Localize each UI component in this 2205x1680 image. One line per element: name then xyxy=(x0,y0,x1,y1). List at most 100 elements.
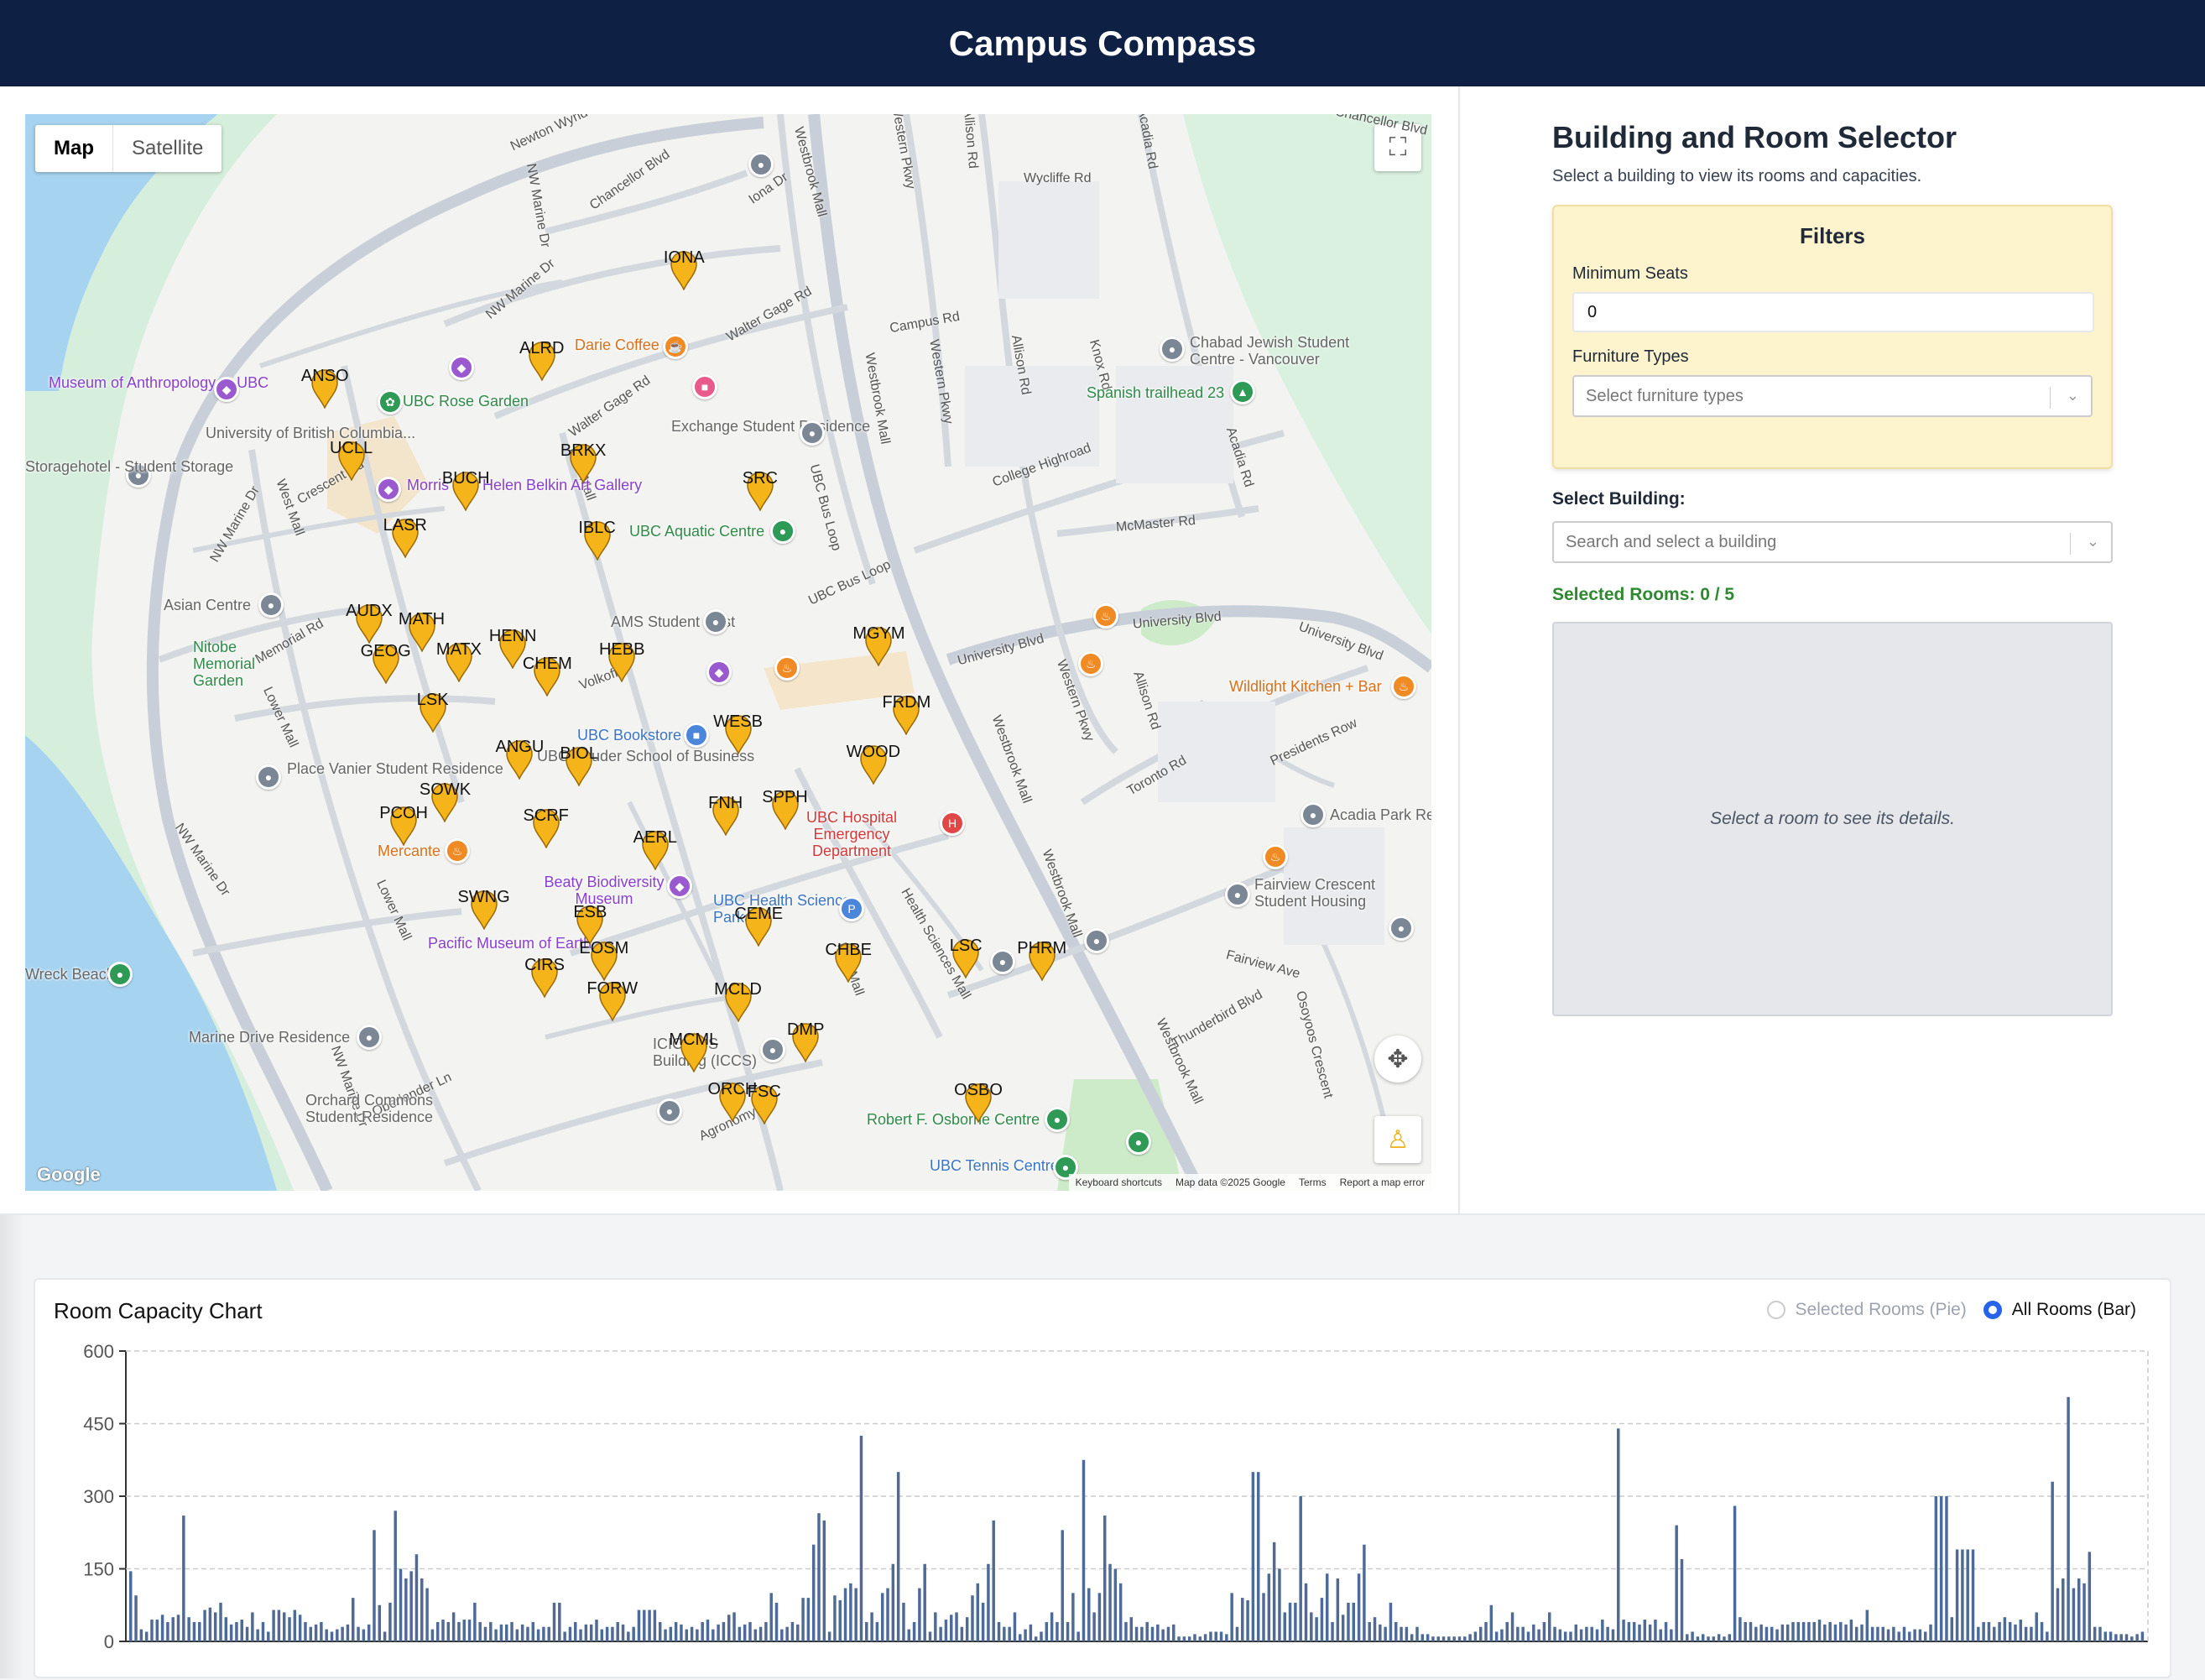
building-select[interactable]: Search and select a building ⌄ xyxy=(1552,521,2113,563)
cafe-icon[interactable]: ☕ xyxy=(663,334,688,359)
park-icon[interactable]: ✿ xyxy=(378,389,403,415)
building-marker-iblc[interactable]: IBLC xyxy=(578,519,616,561)
building-marker-fnh[interactable]: FNH xyxy=(708,794,743,836)
min-seats-input[interactable]: 0 xyxy=(1572,292,2094,332)
building-marker-forw[interactable]: FORW xyxy=(586,979,638,1021)
pin-icon[interactable]: ● xyxy=(256,764,281,790)
pin-icon[interactable]: ● xyxy=(1389,916,1414,941)
store-icon[interactable]: ■ xyxy=(684,723,709,748)
pin-icon[interactable]: ● xyxy=(703,609,728,634)
building-marker-fsc[interactable]: FSC xyxy=(748,1083,781,1125)
building-marker-scrf[interactable]: SCRF xyxy=(523,806,569,848)
pin-icon[interactable]: ● xyxy=(1225,882,1250,907)
chevron-down-icon[interactable]: ⌄ xyxy=(2087,533,2099,550)
trailhead-icon[interactable]: ▲ xyxy=(1230,379,1255,404)
restaurant-icon[interactable]: ♨ xyxy=(1093,603,1118,629)
chart-bar xyxy=(261,1621,265,1641)
building-marker-matx[interactable]: MATX xyxy=(436,640,482,683)
parking-icon[interactable]: P xyxy=(839,896,864,921)
building-marker-phrm[interactable]: PHRM xyxy=(1017,939,1066,981)
museum-icon[interactable]: ◆ xyxy=(214,377,239,402)
hospital-icon[interactable]: H xyxy=(940,811,965,836)
pin-icon[interactable]: ● xyxy=(800,420,825,446)
campus-map[interactable]: Map Satellite ⛶ ✥ ♙ Newton Wynd Chancell… xyxy=(25,114,1431,1191)
restaurant-icon[interactable]: ♨ xyxy=(1391,674,1416,699)
building-marker-alrd[interactable]: ALRD xyxy=(519,339,564,382)
chevron-down-icon[interactable]: ⌄ xyxy=(2067,387,2079,404)
restaurant-icon[interactable]: ♨ xyxy=(774,655,800,681)
building-marker-buch[interactable]: BUCH xyxy=(442,469,490,512)
building-marker-chem[interactable]: CHEM xyxy=(523,655,572,697)
building-marker-osbo[interactable]: OSBO xyxy=(954,1081,1003,1124)
building-marker-orch[interactable]: ORCH xyxy=(707,1080,757,1122)
building-marker-lsc[interactable]: LSC xyxy=(950,937,983,978)
pin-icon[interactable]: ● xyxy=(357,1025,382,1050)
chart-bar xyxy=(1765,1626,1769,1641)
building-marker-aerl[interactable]: AERL xyxy=(633,828,677,871)
pie-chart-radio[interactable]: Selected Rooms (Pie) xyxy=(1766,1300,1967,1320)
building-marker-hebb[interactable]: HEBB xyxy=(599,640,644,683)
building-marker-cirs[interactable]: CIRS xyxy=(524,956,565,998)
building-marker-swng[interactable]: SWNG xyxy=(457,888,510,930)
building-marker-src[interactable]: SRC xyxy=(743,469,778,512)
building-marker-ceme[interactable]: CEME xyxy=(734,905,783,947)
pin-icon[interactable]: ● xyxy=(657,1098,682,1124)
building-marker-brkx[interactable]: BRKX xyxy=(560,441,606,484)
building-marker-wesb[interactable]: WESB xyxy=(713,712,763,754)
map-type-satellite-button[interactable]: Satellite xyxy=(113,125,222,172)
building-marker-geog[interactable]: GEOG xyxy=(361,642,411,684)
restaurant-icon[interactable]: ♨ xyxy=(1263,844,1288,869)
pool-icon[interactable]: ● xyxy=(770,519,795,544)
pin-icon[interactable]: ● xyxy=(258,592,284,618)
building-marker-mgym[interactable]: MGYM xyxy=(852,624,905,666)
chart-bar xyxy=(1102,1516,1107,1641)
building-marker-frdm[interactable]: FRDM xyxy=(882,693,930,735)
museum-icon[interactable]: ◆ xyxy=(667,874,692,899)
report-error-link[interactable]: Report a map error xyxy=(1340,1177,1425,1188)
building-marker-eosm[interactable]: EOSM xyxy=(579,939,628,981)
building-marker-mcld[interactable]: MCLD xyxy=(714,980,762,1023)
building-marker-chbe[interactable]: CHBE xyxy=(825,941,872,983)
building-marker-label: LSK xyxy=(416,690,449,709)
building-marker-dmp[interactable]: DMP xyxy=(787,1020,824,1063)
building-marker-spph[interactable]: SPPH xyxy=(762,788,808,831)
restaurant-icon[interactable]: ♨ xyxy=(1078,651,1103,676)
chart-bar xyxy=(435,1621,440,1641)
chart-bar xyxy=(2130,1636,2134,1641)
building-marker-ucll[interactable]: UCLL xyxy=(330,439,373,481)
pin-icon[interactable]: ● xyxy=(1160,337,1185,362)
furniture-types-select[interactable]: Select furniture types ⌄ xyxy=(1572,375,2093,417)
building-marker-sowk[interactable]: SOWK xyxy=(420,780,471,822)
school-icon[interactable]: ● xyxy=(1084,928,1109,953)
building-marker-pcoh[interactable]: PCOH xyxy=(379,804,428,846)
shop-icon[interactable]: ■ xyxy=(692,374,717,399)
museum-icon[interactable]: ◆ xyxy=(449,355,474,380)
school-icon[interactable]: ● xyxy=(990,949,1015,974)
sports-icon[interactable]: ● xyxy=(1045,1107,1070,1132)
restaurant-icon[interactable]: ♨ xyxy=(445,838,470,863)
building-marker-anso[interactable]: ANSO xyxy=(301,367,349,410)
building-marker-angu[interactable]: ANGU xyxy=(495,738,544,780)
chart-bar xyxy=(960,1626,964,1641)
pin-icon[interactable]: ● xyxy=(1301,802,1326,827)
building-marker-lsk[interactable]: LSK xyxy=(416,690,449,733)
building-marker-audx[interactable]: AUDX xyxy=(346,602,393,644)
map-type-map-button[interactable]: Map xyxy=(35,125,113,172)
street-view-pegman[interactable]: ♙ xyxy=(1374,1116,1421,1163)
terms-link[interactable]: Terms xyxy=(1299,1177,1327,1188)
building-marker-iona[interactable]: IONA xyxy=(664,248,705,290)
building-marker-mcml[interactable]: MCML xyxy=(669,1030,718,1072)
building-marker-math[interactable]: MATH xyxy=(399,610,445,653)
theatre-icon[interactable]: ◆ xyxy=(706,660,732,685)
building-marker-biol[interactable]: BIOL xyxy=(560,744,598,786)
gallery-icon[interactable]: ◆ xyxy=(376,477,401,502)
beach-icon[interactable]: ● xyxy=(107,962,133,987)
pin-icon[interactable]: ● xyxy=(760,1037,785,1062)
camera-control-button[interactable]: ✥ xyxy=(1374,1036,1421,1083)
building-marker-lasr[interactable]: LASR xyxy=(383,516,427,559)
school-icon[interactable]: ● xyxy=(748,152,774,177)
bar-chart-radio[interactable]: All Rooms (Bar) xyxy=(1983,1300,2136,1320)
keyboard-shortcuts-link[interactable]: Keyboard shortcuts xyxy=(1076,1177,1162,1188)
building-marker-wood[interactable]: WOOD xyxy=(847,743,900,785)
sports-icon[interactable]: ● xyxy=(1126,1130,1151,1155)
